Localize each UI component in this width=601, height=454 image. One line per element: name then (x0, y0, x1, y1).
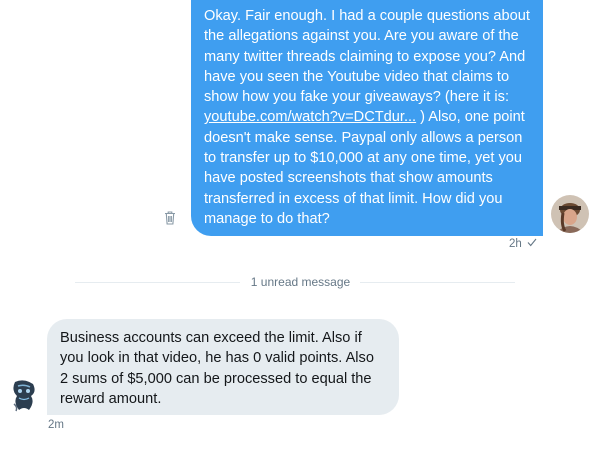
check-icon (527, 238, 537, 250)
divider-line-right (360, 282, 515, 283)
incoming-message-bubble: Business accounts can exceed the limit. … (47, 319, 399, 415)
outgoing-time: 2h (509, 238, 522, 250)
youtube-link[interactable]: youtube.com/watch?v=DCTdur... (204, 109, 416, 125)
incoming-timestamp: 2m (48, 419, 64, 431)
recipient-avatar[interactable] (5, 376, 43, 414)
outgoing-timestamp: 2h (509, 238, 537, 250)
outgoing-message-text-continued: ) Also, one point doesn't make sense. Pa… (204, 109, 525, 227)
incoming-message-text: Business accounts can exceed the limit. … (60, 330, 374, 407)
trash-icon[interactable] (164, 211, 176, 225)
outgoing-message-bubble: Okay. Fair enough. I had a couple questi… (191, 0, 543, 236)
outgoing-message-text: Okay. Fair enough. I had a couple questi… (204, 8, 530, 106)
sender-avatar[interactable] (551, 195, 589, 233)
